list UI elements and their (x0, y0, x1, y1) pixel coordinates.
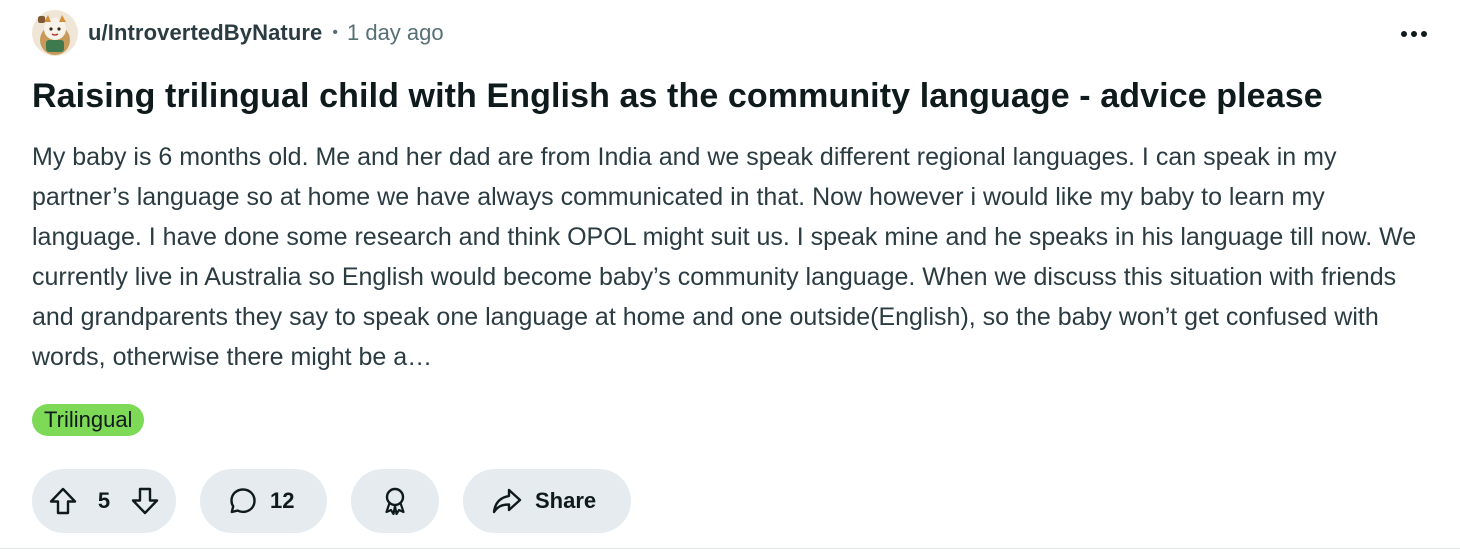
post-timestamp: 1 day ago (346, 20, 444, 45)
post-title[interactable]: Raising trilingual child with English as… (32, 74, 1323, 118)
vote-count: 5 (97, 488, 111, 513)
comment-bubble-icon (230, 488, 256, 514)
vote-control: 5 (32, 469, 176, 533)
post-card: u/IntrovertedByNature • 1 day ago Raisin… (0, 0, 1460, 556)
username-link[interactable]: u/IntrovertedByNature (88, 20, 322, 46)
comments-button[interactable]: 12 (200, 469, 327, 533)
share-arrow-icon (492, 488, 522, 514)
comment-count: 12 (270, 488, 295, 513)
avatar-image (32, 10, 78, 56)
post-meta: u/IntrovertedByNature • 1 day ago (32, 10, 444, 56)
award-ribbon-icon (385, 487, 405, 516)
more-horizontal-icon (1401, 31, 1427, 37)
upvote-button[interactable] (48, 486, 78, 516)
award-button[interactable] (351, 469, 439, 533)
more-options-button[interactable] (1394, 14, 1434, 54)
share-button[interactable]: Share (463, 469, 631, 533)
post-body[interactable]: My baby is 6 months old. Me and her dad … (32, 137, 1428, 377)
post-divider (0, 548, 1460, 549)
post-actions: 5 12 Share (32, 469, 655, 533)
post-flair[interactable]: Trilingual (32, 404, 145, 436)
upvote-arrow-icon (49, 487, 77, 515)
avatar[interactable] (32, 10, 78, 56)
downvote-button[interactable] (130, 486, 160, 516)
downvote-arrow-icon (131, 487, 159, 515)
share-label: Share (535, 488, 597, 513)
meta-separator: • (332, 24, 338, 41)
